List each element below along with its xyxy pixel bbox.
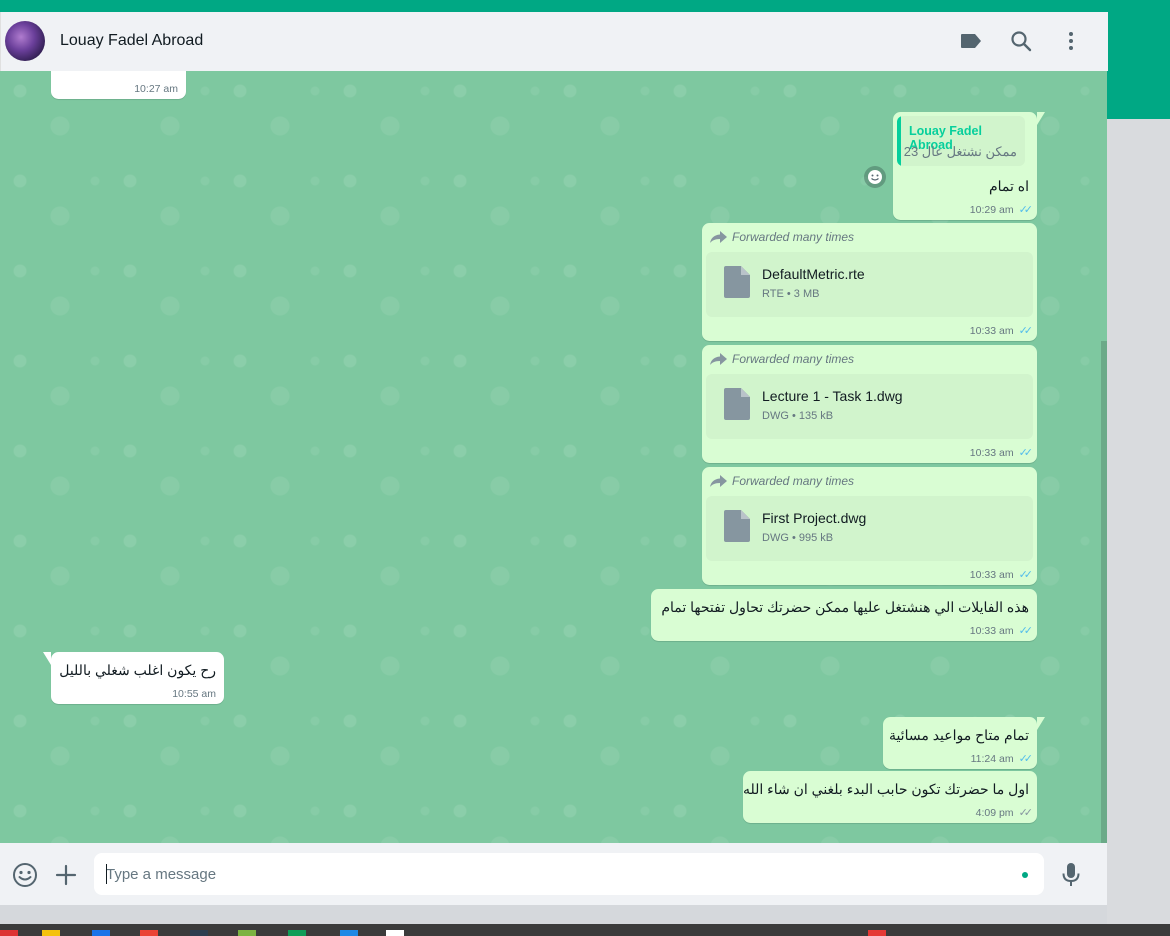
message-time: 10:29 am xyxy=(969,203,1014,216)
avatar[interactable] xyxy=(5,21,45,61)
chat-scrollbar[interactable] xyxy=(1101,341,1107,843)
taskbar-app-icon[interactable] xyxy=(190,930,208,936)
background-accent-panel xyxy=(1107,0,1170,119)
taskbar-app-icon[interactable] xyxy=(238,930,256,936)
message-text: اول ما حضرتك تكون حابب البدء بلغني ان شا… xyxy=(742,781,1029,797)
message-time: 10:33 am xyxy=(969,324,1014,337)
message-bubble-outgoing[interactable]: اول ما حضرتك تكون حابب البدء بلغني ان شا… xyxy=(743,771,1037,823)
message-input-box[interactable] xyxy=(94,853,1044,895)
quote-bar xyxy=(897,116,901,166)
quoted-message[interactable]: Louay Fadel Abroad ممكن نشتغل عال 23 xyxy=(897,116,1025,166)
document-attachment[interactable]: First Project.dwg DWG • 995 kB xyxy=(706,496,1033,561)
message-bubble-outgoing[interactable]: تمام متاح مواعيد مسائية 11:24 am ✓✓ xyxy=(883,717,1045,769)
status-dot xyxy=(1022,872,1028,878)
message-bubble-outgoing[interactable]: Louay Fadel Abroad ممكن نشتغل عال 23 اه … xyxy=(893,112,1045,220)
message-meta: 10:33 am ✓✓ xyxy=(969,324,1034,338)
background-panel xyxy=(1107,119,1170,924)
os-taskbar xyxy=(0,924,1170,936)
document-icon xyxy=(724,266,750,298)
kebab-menu-icon[interactable] xyxy=(1059,29,1083,53)
delivered-ticks-icon: ✓✓ xyxy=(1018,807,1034,819)
document-attachment[interactable]: Lecture 1 - Task 1.dwg DWG • 135 kB xyxy=(706,374,1033,439)
message-bubble-outgoing[interactable]: Forwarded many times DefaultMetric.rte R… xyxy=(702,223,1037,341)
emoji-icon[interactable] xyxy=(12,862,38,888)
message-meta: 11:24 am ✓✓ xyxy=(970,752,1034,766)
chat-window: Louay Fadel Abroad 10:27 am Louay Fadel … xyxy=(0,12,1108,905)
message-input[interactable] xyxy=(106,853,986,895)
message-text: هذه الفايلات الي هنشتغل عليها ممكن حضرتك… xyxy=(661,599,1029,615)
forwarded-text: Forwarded many times xyxy=(732,352,855,366)
taskbar-app-icon[interactable] xyxy=(386,930,404,936)
read-ticks-icon: ✓✓ xyxy=(1018,753,1034,765)
chat-header[interactable]: Louay Fadel Abroad xyxy=(0,12,1108,71)
forward-arrow-icon xyxy=(710,353,727,365)
taskbar-app-icon[interactable] xyxy=(42,930,60,936)
message-bubble-incoming[interactable]: رح يكون اغلب شغلي بالليل 10:55 am xyxy=(43,652,224,704)
taskbar-app-icon[interactable] xyxy=(0,930,18,936)
message-time: 10:33 am xyxy=(969,446,1014,459)
message-meta: 10:33 am ✓✓ xyxy=(969,446,1034,460)
message-bubble-outgoing[interactable]: Forwarded many times Lecture 1 - Task 1.… xyxy=(702,345,1037,463)
read-ticks-icon: ✓✓ xyxy=(1018,625,1034,637)
message-text: اه تمام xyxy=(988,178,1029,194)
message-bubble-outgoing[interactable]: هذه الفايلات الي هنشتغل عليها ممكن حضرتك… xyxy=(651,589,1037,641)
reaction-emoji-icon[interactable] xyxy=(864,166,886,188)
message-bubble-outgoing[interactable]: Forwarded many times First Project.dwg D… xyxy=(702,467,1037,585)
contact-name[interactable]: Louay Fadel Abroad xyxy=(60,32,203,50)
read-ticks-icon: ✓✓ xyxy=(1018,204,1034,216)
message-meta: 10:33 am ✓✓ xyxy=(969,624,1034,638)
message-meta: 4:09 pm ✓✓ xyxy=(975,806,1034,820)
message-time: 10:27 am xyxy=(134,83,178,95)
message-meta: 10:33 am ✓✓ xyxy=(969,568,1034,582)
message-bubble-incoming[interactable]: 10:27 am xyxy=(51,71,186,99)
message-time: 11:24 am xyxy=(970,752,1014,765)
message-meta: 10:55 am xyxy=(172,688,216,700)
message-text: رح يكون اغلب شغلي بالليل xyxy=(59,662,216,678)
search-icon[interactable] xyxy=(1009,29,1033,53)
taskbar-app-icon[interactable] xyxy=(140,930,158,936)
message-list[interactable]: 10:27 am Louay Fadel Abroad ممكن نشتغل ع… xyxy=(0,71,1107,843)
label-icon[interactable] xyxy=(959,29,983,53)
taskbar-app-icon[interactable] xyxy=(92,930,110,936)
taskbar-app-icon[interactable] xyxy=(340,930,358,936)
document-name: First Project.dwg xyxy=(762,510,867,526)
message-meta: 10:27 am xyxy=(134,83,178,95)
forwarded-label: Forwarded many times xyxy=(710,474,854,488)
message-time: 10:55 am xyxy=(172,688,216,700)
document-meta: DWG • 995 kB xyxy=(762,532,834,544)
forward-arrow-icon xyxy=(710,475,727,487)
message-time: 10:33 am xyxy=(969,624,1014,637)
quote-text: ممكن نشتغل عال 23 xyxy=(903,144,1017,159)
forward-arrow-icon xyxy=(710,231,727,243)
document-attachment[interactable]: DefaultMetric.rte RTE • 3 MB xyxy=(706,252,1033,317)
document-meta: DWG • 135 kB xyxy=(762,410,834,422)
document-meta: RTE • 3 MB xyxy=(762,288,820,300)
forwarded-text: Forwarded many times xyxy=(732,474,855,488)
document-name: Lecture 1 - Task 1.dwg xyxy=(762,388,903,404)
microphone-icon[interactable] xyxy=(1058,862,1084,888)
app-top-accent-bar xyxy=(0,0,1170,12)
message-time: 4:09 pm xyxy=(975,806,1014,819)
forwarded-label: Forwarded many times xyxy=(710,352,854,366)
read-ticks-icon: ✓✓ xyxy=(1018,447,1034,459)
document-name: DefaultMetric.rte xyxy=(762,266,865,282)
text-caret xyxy=(106,864,107,884)
plus-icon[interactable] xyxy=(53,862,79,888)
message-meta: 10:29 am ✓✓ xyxy=(969,203,1034,217)
message-text: تمام متاح مواعيد مسائية xyxy=(888,727,1029,743)
forwarded-label: Forwarded many times xyxy=(710,230,854,244)
read-ticks-icon: ✓✓ xyxy=(1018,569,1034,581)
forwarded-text: Forwarded many times xyxy=(732,230,855,244)
taskbar-app-icon[interactable] xyxy=(868,930,886,936)
document-icon xyxy=(724,388,750,420)
composer-bar xyxy=(0,843,1107,905)
read-ticks-icon: ✓✓ xyxy=(1018,325,1034,337)
taskbar-app-icon[interactable] xyxy=(288,930,306,936)
message-time: 10:33 am xyxy=(969,568,1014,581)
document-icon xyxy=(724,510,750,542)
